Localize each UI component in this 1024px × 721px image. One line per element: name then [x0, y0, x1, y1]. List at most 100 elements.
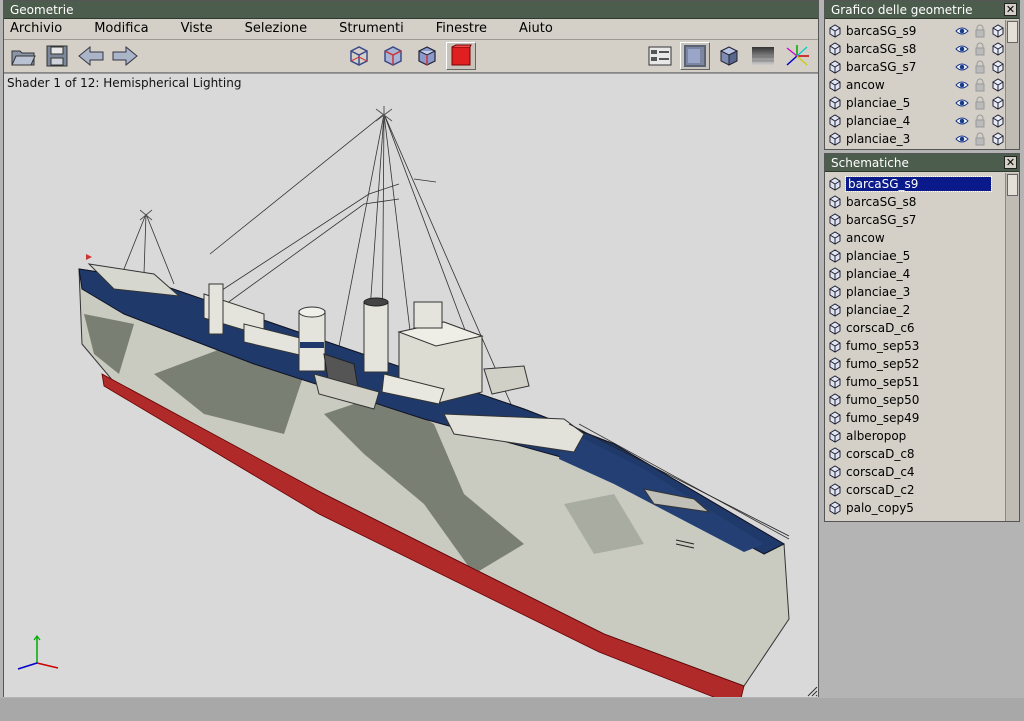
cube-icon: [829, 303, 841, 317]
lock-icon[interactable]: [973, 96, 987, 110]
eye-icon[interactable]: [955, 78, 969, 92]
view-wireframe-button[interactable]: [344, 42, 374, 70]
cube-toggle-icon[interactable]: [991, 24, 1005, 38]
list-item[interactable]: corscaD_c8: [825, 445, 1005, 463]
open-button[interactable]: [8, 42, 38, 70]
cube-icon: [829, 483, 841, 497]
list-item[interactable]: ancow: [825, 76, 1005, 94]
item-name: barcaSG_s8: [846, 42, 917, 56]
view-shaded-wire-button[interactable]: [412, 42, 442, 70]
texture-button[interactable]: [748, 42, 778, 70]
eye-icon[interactable]: [955, 42, 969, 56]
save-button[interactable]: [42, 42, 72, 70]
eye-icon[interactable]: [955, 132, 969, 146]
list-item[interactable]: fumo_sep49: [825, 409, 1005, 427]
list-item[interactable]: fumo_sep53: [825, 337, 1005, 355]
arrow-right-icon: [112, 45, 138, 67]
eye-icon[interactable]: [955, 96, 969, 110]
cube-toggle-icon[interactable]: [991, 60, 1005, 74]
item-name: barcaSG_s7: [846, 213, 917, 227]
list-item[interactable]: planciae_3: [825, 130, 1005, 148]
properties-panel-icon: [648, 46, 672, 66]
list-item[interactable]: barcaSG_s9: [825, 175, 1005, 193]
list-item[interactable]: planciae_5: [825, 247, 1005, 265]
item-name: planciae_3: [846, 285, 911, 299]
toolbar: [4, 40, 818, 73]
view-hidden-line-button[interactable]: [378, 42, 408, 70]
arrow-left-icon: [78, 45, 104, 67]
graph-scroll-thumb[interactable]: [1007, 21, 1018, 43]
list-item[interactable]: corscaD_c4: [825, 463, 1005, 481]
list-item[interactable]: planciae_4: [825, 265, 1005, 283]
list-item[interactable]: planciae_4: [825, 112, 1005, 130]
lock-icon[interactable]: [973, 24, 987, 38]
list-item[interactable]: barcaSG_s7: [825, 58, 1005, 76]
forward-button[interactable]: [110, 42, 140, 70]
list-item[interactable]: alberopop: [825, 427, 1005, 445]
eye-icon[interactable]: [955, 60, 969, 74]
lock-icon[interactable]: [973, 132, 987, 146]
item-name: ancow: [846, 231, 885, 245]
list-item[interactable]: barcaSG_s7: [825, 211, 1005, 229]
open-folder-icon: [11, 50, 36, 66]
item-name: barcaSG_s7: [846, 60, 917, 74]
item-name: planciae_5: [846, 96, 911, 110]
list-item[interactable]: barcaSG_s8: [825, 40, 1005, 58]
menu-finestre[interactable]: Finestre: [430, 19, 487, 39]
item-name: barcaSG_s8: [846, 195, 917, 209]
cube-icon: [829, 213, 841, 227]
flat-mode-button[interactable]: [714, 42, 744, 70]
schematics-scrollbar[interactable]: [1005, 173, 1019, 521]
view-solid-button[interactable]: [446, 42, 476, 70]
list-item[interactable]: corscaD_c6: [825, 319, 1005, 337]
list-item[interactable]: barcaSG_s9: [825, 22, 1005, 40]
schematics-panel-close-button[interactable]: ✕: [1004, 156, 1017, 169]
list-item[interactable]: ancow: [825, 229, 1005, 247]
texture-gradient-icon: [752, 47, 774, 65]
cube-toggle-icon[interactable]: [991, 78, 1005, 92]
menu-strumenti[interactable]: Strumenti: [333, 19, 404, 39]
lock-icon[interactable]: [973, 114, 987, 128]
cube-icon: [829, 447, 841, 461]
menu-aiuto[interactable]: Aiuto: [513, 19, 553, 39]
item-name: fumo_sep49: [846, 411, 920, 425]
list-item[interactable]: fumo_sep50: [825, 391, 1005, 409]
item-name: fumo_sep53: [846, 339, 920, 353]
axes-button[interactable]: [782, 42, 812, 70]
cube-toggle-icon[interactable]: [991, 132, 1005, 146]
item-name: alberopop: [846, 429, 907, 443]
lock-icon[interactable]: [973, 78, 987, 92]
list-item[interactable]: planciae_5: [825, 94, 1005, 112]
list-item[interactable]: planciae_2: [825, 301, 1005, 319]
cube-icon: [829, 501, 841, 515]
geometry-window: Geometrie Archivio Modifica Viste Selezi…: [3, 0, 819, 697]
shaded-mode-button[interactable]: [680, 42, 710, 70]
resize-grip-icon[interactable]: [806, 685, 818, 697]
menu-selezione[interactable]: Selezione: [239, 19, 308, 39]
list-item[interactable]: palo_copy5: [825, 499, 1005, 517]
list-item[interactable]: fumo_sep51: [825, 373, 1005, 391]
menu-modifica[interactable]: Modifica: [88, 19, 148, 39]
cube-toggle-icon[interactable]: [991, 96, 1005, 110]
graph-scrollbar[interactable]: [1005, 20, 1019, 149]
cube-icon: [829, 114, 841, 128]
list-item[interactable]: corscaD_c2: [825, 481, 1005, 499]
lock-icon[interactable]: [973, 42, 987, 56]
cube-toggle-icon[interactable]: [991, 42, 1005, 56]
properties-button[interactable]: [645, 42, 675, 70]
list-item[interactable]: barcaSG_s8: [825, 193, 1005, 211]
list-item[interactable]: planciae_3: [825, 283, 1005, 301]
menu-viste[interactable]: Viste: [175, 19, 213, 39]
eye-icon[interactable]: [955, 24, 969, 38]
shaded-cube-icon: [684, 45, 706, 67]
cube-icon: [829, 267, 841, 281]
menu-archivio[interactable]: Archivio: [4, 19, 62, 39]
back-button[interactable]: [76, 42, 106, 70]
list-item[interactable]: fumo_sep52: [825, 355, 1005, 373]
eye-icon[interactable]: [955, 114, 969, 128]
schematics-scroll-thumb[interactable]: [1007, 174, 1018, 196]
graph-panel-close-button[interactable]: ✕: [1004, 3, 1017, 16]
3d-viewport[interactable]: Shader 1 of 12: Hemispherical Lighting: [4, 73, 818, 697]
cube-toggle-icon[interactable]: [991, 114, 1005, 128]
lock-icon[interactable]: [973, 60, 987, 74]
